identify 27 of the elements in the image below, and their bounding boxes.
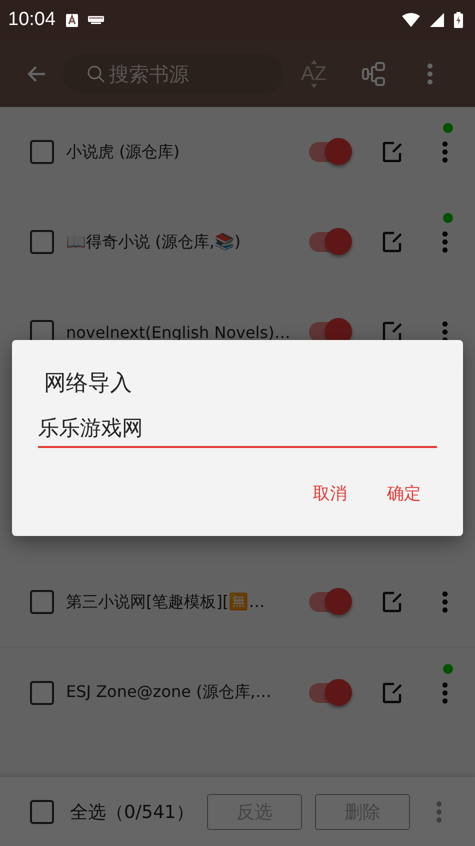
select-all-label: 全选（0/541） [70, 800, 194, 824]
battery-icon [454, 12, 463, 28]
checkbox[interactable] [30, 230, 54, 254]
app-notification-icon [66, 14, 78, 26]
toggle-switch[interactable] [308, 137, 352, 167]
group-icon[interactable] [360, 60, 387, 86]
clock: 10:04 [8, 9, 56, 31]
checkbox[interactable] [30, 680, 54, 704]
signal-icon [430, 13, 444, 27]
cancel-button[interactable]: 取消 [309, 478, 351, 509]
dialog-title: 网络导入 [44, 370, 133, 398]
toggle-switch[interactable] [308, 678, 352, 708]
source-name: novelnext(English Novels)… [66, 322, 292, 342]
keyboard-icon [88, 16, 104, 24]
checkbox[interactable] [30, 140, 54, 164]
search-icon [87, 64, 105, 82]
input-field[interactable]: 乐乐游戏网 [38, 412, 437, 448]
source-name: ESJ Zone@zone (源仓库,… [66, 682, 272, 703]
wifi-icon [402, 13, 420, 27]
toggle-switch[interactable] [308, 587, 352, 617]
confirm-button[interactable]: 确定 [383, 478, 425, 509]
source-name: 📖得奇小说 (源仓库,📚) [66, 232, 242, 252]
toggle-switch[interactable] [308, 227, 352, 257]
checkbox[interactable] [30, 590, 54, 614]
source-name: 小说虎 (源仓库) [66, 142, 181, 162]
checkbox[interactable] [30, 800, 54, 824]
source-name: 第三小说网[笔趣模板][🈚… [66, 592, 266, 612]
